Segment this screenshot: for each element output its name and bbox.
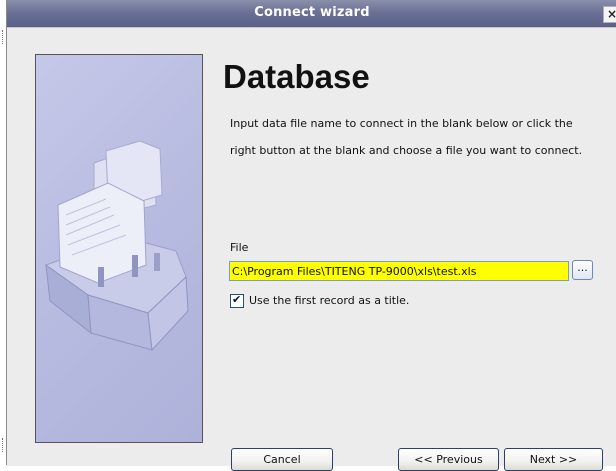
- file-label: File: [230, 241, 249, 254]
- wizard-body: Database Input data file name to connect…: [7, 27, 616, 471]
- previous-button[interactable]: << Previous: [398, 448, 499, 471]
- window-resize-grip-bottom[interactable]: [2, 438, 6, 452]
- file-path-input[interactable]: [229, 261, 569, 281]
- checkmark-icon: ✔: [232, 293, 242, 306]
- side-image-panel: [35, 54, 203, 443]
- next-button[interactable]: Next >>: [504, 448, 603, 471]
- first-record-label[interactable]: Use the first record as a title.: [249, 294, 409, 307]
- page-heading: Database: [223, 58, 370, 95]
- close-button[interactable]: ×: [603, 6, 616, 23]
- window-resize-grip-top[interactable]: [2, 30, 6, 44]
- card-file-index-icon: [44, 140, 189, 352]
- instructions-text: Input data file name to connect in the b…: [230, 117, 583, 157]
- connect-wizard-window: Connect wizard × Database Input data fil…: [2, 0, 616, 471]
- cancel-button[interactable]: Cancel: [231, 448, 333, 471]
- title-bar[interactable]: Connect wizard ×: [7, 0, 616, 27]
- window-title: Connect wizard: [254, 5, 370, 20]
- browse-button[interactable]: ...: [572, 260, 593, 280]
- first-record-checkbox[interactable]: ✔: [230, 293, 244, 308]
